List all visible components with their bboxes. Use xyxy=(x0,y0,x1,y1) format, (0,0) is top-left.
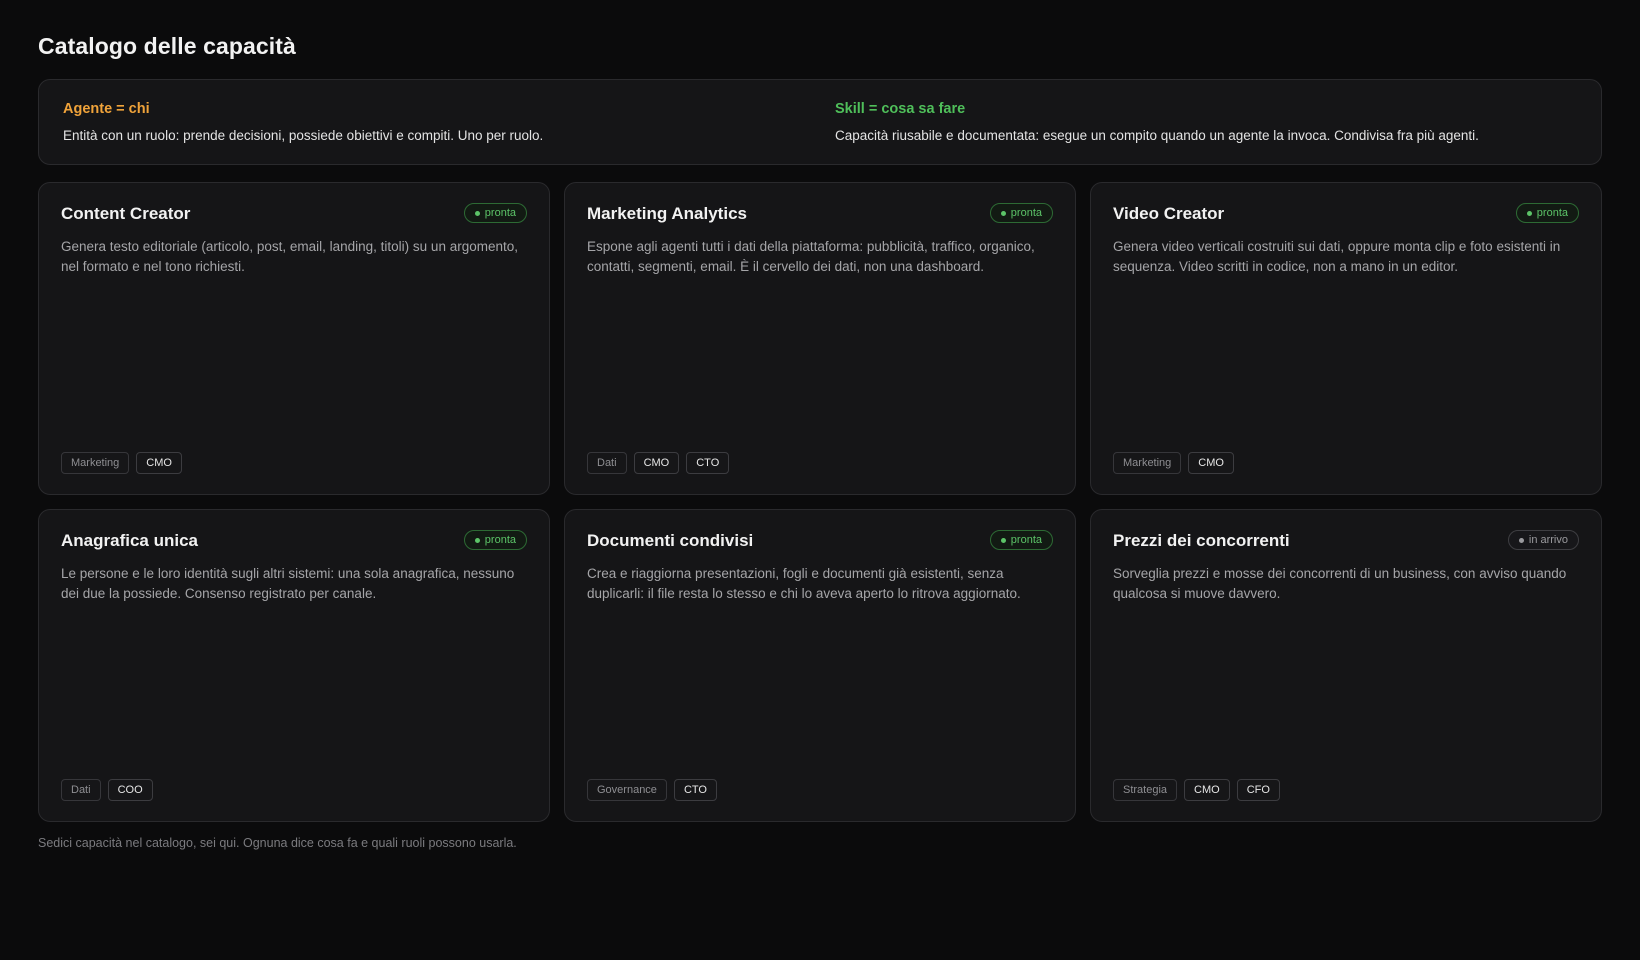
status-badge-label: pronta xyxy=(484,207,516,219)
status-badge: pronta xyxy=(1515,203,1579,223)
status-badge: pronta xyxy=(989,530,1053,550)
card-title: Content Creator xyxy=(61,204,191,223)
card-description: Genera testo editoriale (articolo, post,… xyxy=(61,239,518,274)
card-tags: Strategia CMO CFO xyxy=(1113,779,1280,801)
card-tags: Dati CMO CTO xyxy=(587,452,730,474)
status-badge-label: in arrivo xyxy=(1528,534,1568,546)
status-dot-icon xyxy=(474,210,480,216)
definitions-panel: Agente = chi Entità con un ruolo: prende… xyxy=(38,79,1602,165)
status-badge: in arrivo xyxy=(1507,530,1579,550)
capability-card[interactable]: Video Creator pronta Genera video vertical… xyxy=(1090,182,1602,495)
card-header: Prezzi dei concorrenti in arrivo xyxy=(1113,530,1579,551)
status-dot-icon xyxy=(1000,537,1006,543)
area-tag[interactable]: Marketing xyxy=(1113,452,1182,474)
area-tag[interactable]: Dati xyxy=(587,452,627,474)
card-title: Prezzi dei concorrenti xyxy=(1113,531,1290,550)
card-tags: Dati COO xyxy=(61,779,153,801)
card-description: Espone agli agenti tutti i dati della pi… xyxy=(587,239,1035,274)
role-tag[interactable]: CFO xyxy=(1236,779,1280,801)
card-tags: Marketing CMO xyxy=(1113,452,1234,474)
role-tag[interactable]: CTO xyxy=(673,779,717,801)
agent-definition-text: Entità con un ruolo: prende decisioni, p… xyxy=(63,128,544,143)
role-tag[interactable]: CMO xyxy=(633,452,680,474)
area-tag[interactable]: Governance xyxy=(587,779,667,801)
capability-card[interactable]: Prezzi dei concorrenti in arrivo Sorveglia… xyxy=(1090,509,1602,822)
skill-definition: Skill = cosa sa fare Capacità riusabile … xyxy=(829,80,1601,164)
status-badge-label: pronta xyxy=(484,534,516,546)
capability-card[interactable]: Documenti condivisi pronta Crea e riaggior… xyxy=(564,509,1076,822)
card-description: Sorveglia prezzi e mosse dei concorrenti… xyxy=(1113,566,1567,601)
status-badge-label: pronta xyxy=(1536,207,1568,219)
role-tag[interactable]: COO xyxy=(107,779,153,801)
area-tag[interactable]: Dati xyxy=(61,779,101,801)
skill-definition-heading: Skill = cosa sa fare xyxy=(835,101,966,117)
capability-card[interactable]: Anagrafica unica pronta Le persone e le lo… xyxy=(38,509,550,822)
card-title: Marketing Analytics xyxy=(587,204,747,223)
agent-definition-heading: Agente = chi xyxy=(63,101,150,117)
page-title: Catalogo delle capacità xyxy=(38,33,296,59)
capability-grid: Content Creator pronta Genera testo editor… xyxy=(38,182,1602,822)
status-badge-label: pronta xyxy=(1010,207,1042,219)
role-tag[interactable]: CMO xyxy=(1184,779,1230,801)
status-dot-icon xyxy=(1518,537,1524,543)
status-badge: pronta xyxy=(463,203,527,223)
status-badge: pronta xyxy=(989,203,1053,223)
skill-definition-text: Capacità riusabile e documentata: esegue… xyxy=(835,128,1479,143)
catalog-footer-note: Sedici capacità nel catalogo, sei qui. O… xyxy=(38,836,517,850)
status-dot-icon xyxy=(1000,210,1006,216)
card-title: Video Creator xyxy=(1113,204,1225,223)
card-title: Documenti condivisi xyxy=(587,531,754,550)
card-header: Video Creator pronta xyxy=(1113,203,1579,224)
capability-card[interactable]: Content Creator pronta Genera testo editor… xyxy=(38,182,550,495)
card-header: Content Creator pronta xyxy=(61,203,527,224)
card-tags: Governance CTO xyxy=(587,779,717,801)
status-badge-label: pronta xyxy=(1010,534,1042,546)
card-title: Anagrafica unica xyxy=(61,531,198,550)
status-badge: pronta xyxy=(463,530,527,550)
card-header: Documenti condivisi pronta xyxy=(587,530,1053,551)
card-header: Anagrafica unica pronta xyxy=(61,530,527,551)
role-tag[interactable]: CMO xyxy=(136,452,182,474)
area-tag[interactable]: Marketing xyxy=(61,452,130,474)
card-description: Crea e riaggiorna presentazioni, fogli e… xyxy=(587,566,1021,601)
area-tag[interactable]: Strategia xyxy=(1113,779,1178,801)
status-dot-icon xyxy=(474,537,480,543)
status-dot-icon xyxy=(1526,210,1532,216)
card-description: Le persone e le loro identità sugli altr… xyxy=(61,566,515,601)
role-tag[interactable]: CMO xyxy=(1188,452,1234,474)
card-header: Marketing Analytics pronta xyxy=(587,203,1053,224)
capability-card[interactable]: Marketing Analytics pronta Espone agli age… xyxy=(564,182,1076,495)
agent-definition: Agente = chi Entità con un ruolo: prende… xyxy=(39,80,829,164)
card-description: Genera video verticali costruiti sui dat… xyxy=(1113,239,1561,274)
card-tags: Marketing CMO xyxy=(61,452,182,474)
role-tag[interactable]: CTO xyxy=(686,452,730,474)
